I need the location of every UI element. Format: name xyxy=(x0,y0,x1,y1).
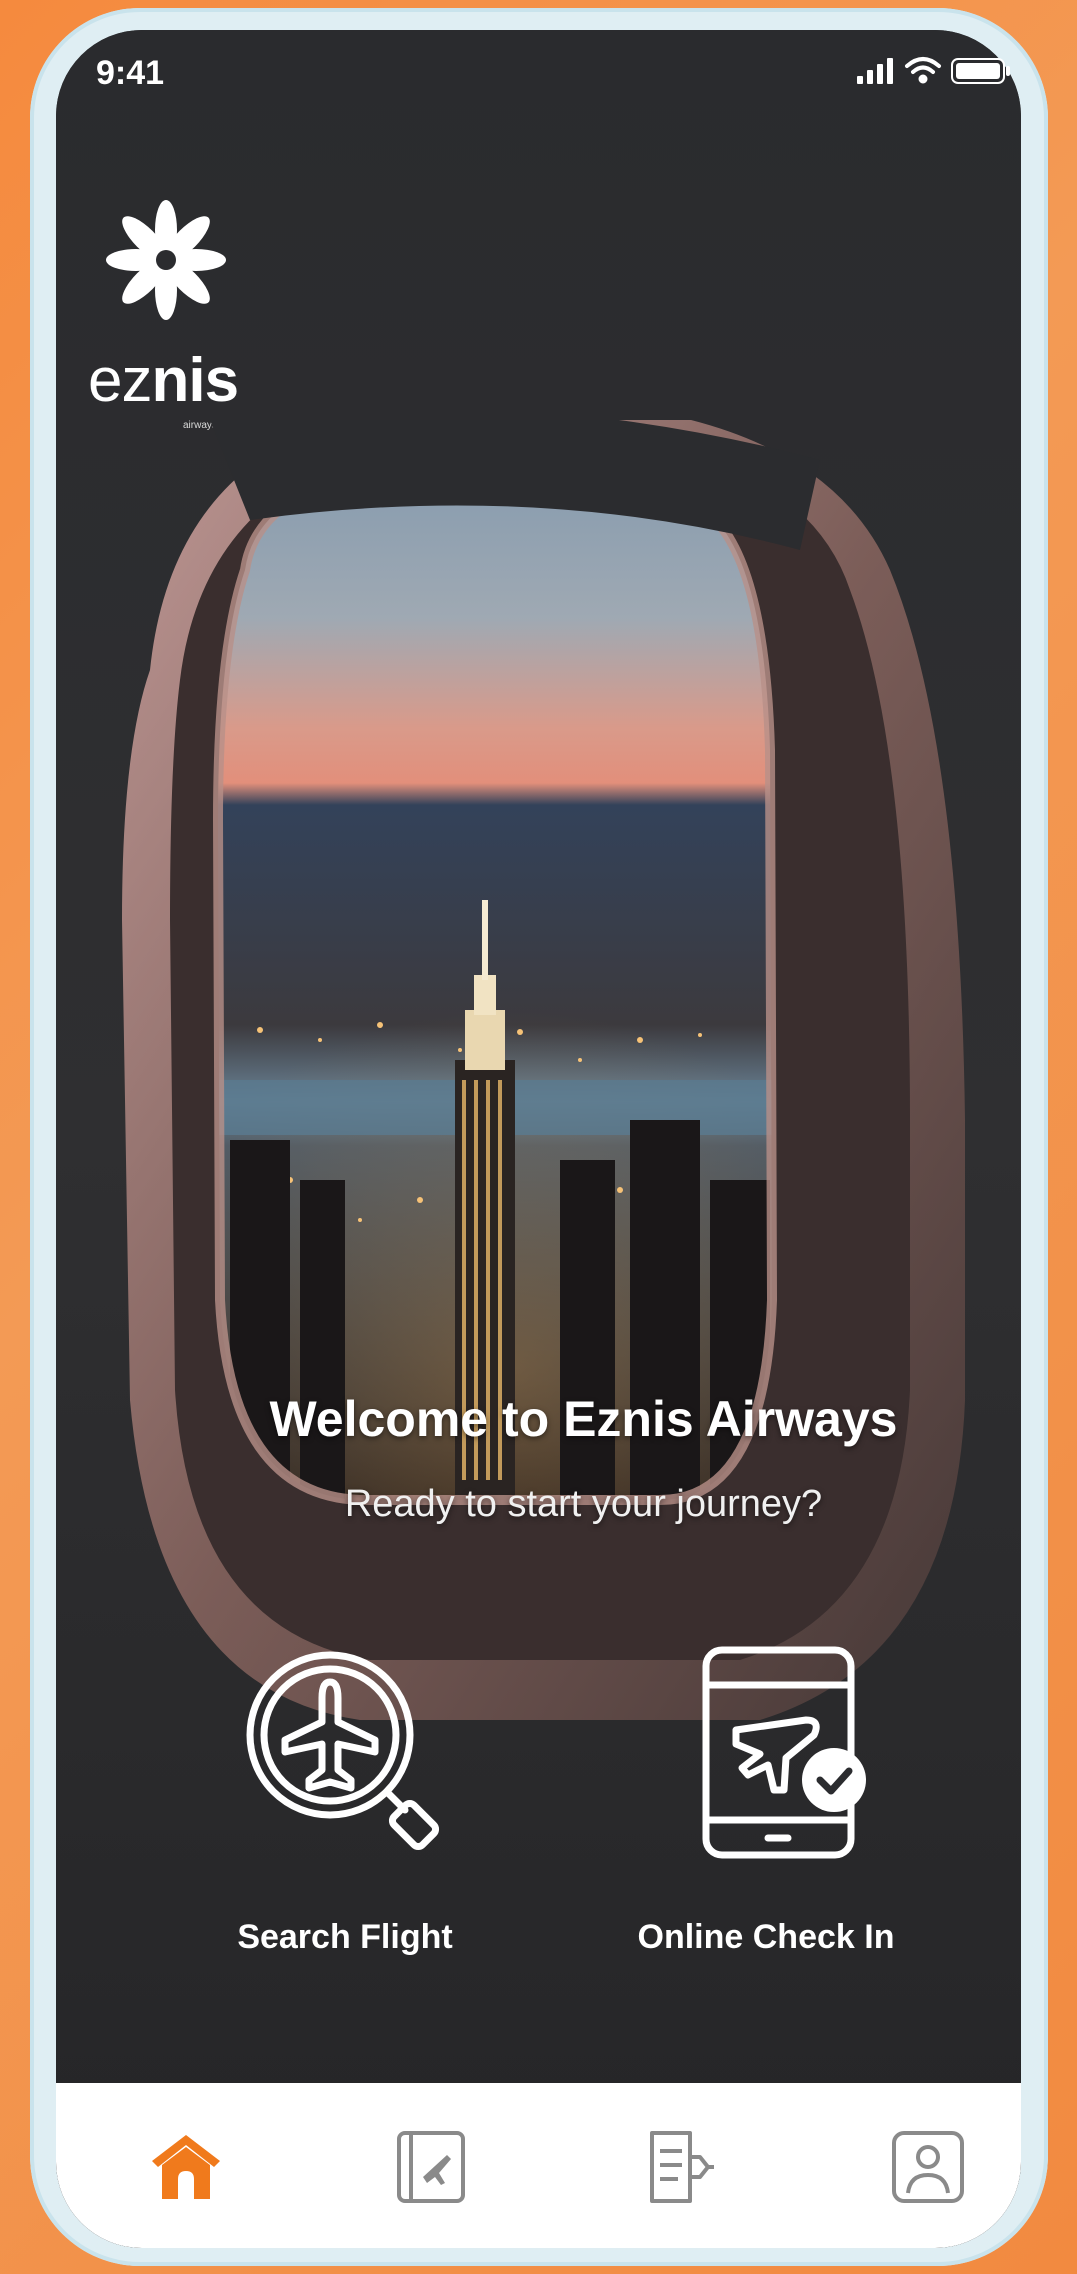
online-check-in-icon xyxy=(702,1646,866,1859)
battery-icon xyxy=(951,58,1010,84)
brand-name-light: ez xyxy=(88,346,152,415)
tab-profile[interactable] xyxy=(888,2127,968,2207)
airplane-window-image xyxy=(122,420,965,1720)
online-check-in-button[interactable]: Online Check In xyxy=(616,1640,916,1957)
search-flight-label: Search Flight xyxy=(237,1918,453,1956)
welcome-title: Welcome to Eznis Airways xyxy=(269,1391,898,1447)
signal-icon xyxy=(857,58,893,84)
tab-boarding-pass[interactable] xyxy=(391,2127,471,2207)
wifi-icon xyxy=(905,57,941,84)
status-time: 9:41 xyxy=(96,54,165,92)
welcome-subtitle: Ready to start your journey? xyxy=(344,1483,823,1525)
brand-wordmark: eznis xyxy=(88,345,239,416)
search-flight-icon xyxy=(246,1651,440,1851)
profile-icon xyxy=(892,2131,964,2203)
tab-home[interactable] xyxy=(146,2127,226,2207)
brand-name-bold: nis xyxy=(151,346,239,415)
home-icon xyxy=(152,2135,220,2199)
bottom-tab-bar xyxy=(56,2083,1021,2248)
boarding-pass-icon xyxy=(397,2131,465,2203)
status-icons xyxy=(857,57,1010,84)
search-flight-button[interactable]: Search Flight xyxy=(195,1640,495,1957)
flower-star-logo xyxy=(106,200,226,320)
itinerary-icon xyxy=(650,2131,714,2203)
tab-itinerary[interactable] xyxy=(642,2127,722,2207)
online-check-in-label: Online Check In xyxy=(637,1918,895,1956)
